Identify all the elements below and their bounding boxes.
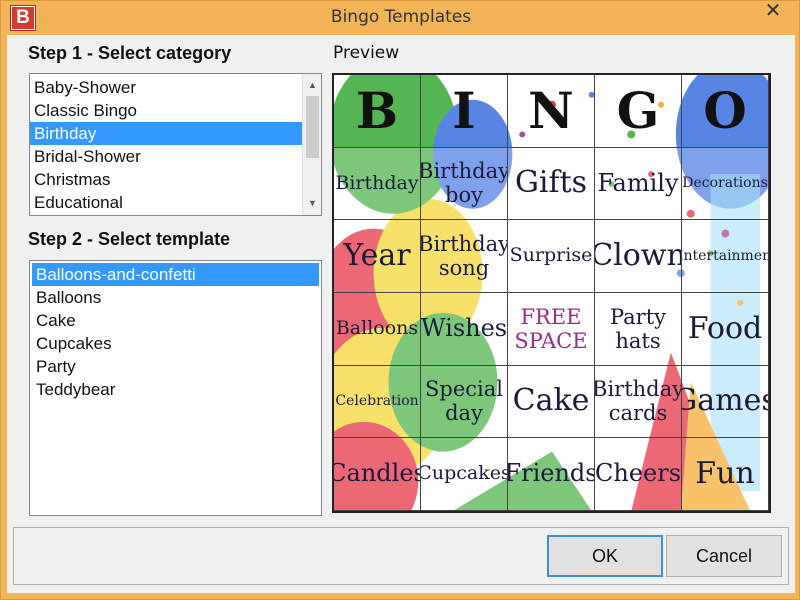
close-icon: ✕ [764, 0, 782, 22]
bingo-cell: Cake [508, 365, 595, 439]
bingo-cell: Entertainment [682, 220, 769, 293]
category-listbox[interactable]: Baby-Shower Classic Bingo Birthday Bridal-S… [29, 73, 322, 216]
bingo-cell: Birthday [334, 147, 421, 221]
window-title: Bingo Templates [330, 7, 472, 27]
category-item[interactable]: Bridal-Shower [30, 145, 321, 168]
bingo-cell: Year [334, 220, 421, 293]
template-item[interactable]: Balloons-and-confetti [32, 263, 319, 286]
template-listbox[interactable]: Balloons-and-confetti Balloons Cake Cupcake… [29, 260, 322, 516]
category-scrollbar[interactable]: ▲ ▼ [302, 74, 321, 215]
bingo-cell: Celebration [334, 365, 421, 439]
bingo-cell: Food [682, 292, 769, 366]
bingo-cell: Candles [334, 438, 421, 511]
bingo-templates-dialog: B Bingo Templates ✕ Step 1 - Select cate… [0, 0, 800, 600]
dialog-body: Step 1 - Select category Baby-Shower Clas… [7, 35, 795, 593]
template-item[interactable]: Cupcakes [32, 332, 319, 355]
bingo-header-letter: B [334, 75, 421, 148]
scroll-thumb[interactable] [306, 96, 319, 158]
template-item[interactable]: Teddybear [32, 378, 319, 401]
step1-label: Step 1 - Select category [28, 43, 232, 63]
template-item[interactable]: Party [32, 355, 319, 378]
bingo-cell: Decorations [682, 147, 769, 221]
category-item[interactable]: Birthday [30, 122, 321, 145]
bingo-cell: Wishes [421, 292, 508, 366]
bingo-cell: Special day [421, 365, 508, 439]
bingo-header-letter: G [595, 75, 682, 148]
button-bar: OK Cancel [13, 527, 789, 585]
scroll-down-arrow-icon[interactable]: ▼ [303, 194, 321, 213]
bingo-grid: B I N G O Birthday Birthday boy Gifts Family Deco… [334, 75, 769, 511]
step2-label: Step 2 - Select template [28, 229, 231, 249]
bingo-cell: Family [595, 147, 682, 221]
bingo-header-letter: I [421, 75, 508, 148]
bingo-cell: Balloons [334, 292, 421, 366]
bingo-cell: FREE SPACE [508, 292, 595, 366]
bingo-cell: Cheers [595, 438, 682, 511]
preview-label: Preview [333, 43, 400, 63]
bingo-cell: Friends [508, 438, 595, 511]
bingo-cell: Cupcakes [421, 438, 508, 511]
scroll-up-arrow-icon[interactable]: ▲ [303, 76, 321, 95]
bingo-cell: Party hats [595, 292, 682, 366]
title-bar[interactable]: B Bingo Templates ✕ [1, 1, 800, 35]
category-item[interactable]: Educational [30, 191, 321, 214]
template-item[interactable]: Cake [32, 309, 319, 332]
bingo-cell: Birthday song [421, 220, 508, 293]
bingo-header-letter: N [508, 75, 595, 148]
bingo-cell: Fun [682, 438, 769, 511]
bingo-cell: Clown [595, 220, 682, 293]
category-item[interactable]: Baby-Shower [30, 76, 321, 99]
category-item[interactable]: Christmas [30, 168, 321, 191]
close-button[interactable]: ✕ [753, 1, 793, 23]
bingo-header-letter: O [682, 75, 769, 148]
category-item[interactable]: Classic Bingo [30, 99, 321, 122]
bingo-card-preview: B I N G O Birthday Birthday boy Gifts Family Deco… [332, 73, 771, 513]
bingo-cell: Surprise [508, 220, 595, 293]
template-item[interactable]: Balloons [32, 286, 319, 309]
ok-button[interactable]: OK [547, 535, 663, 577]
bingo-cell: Games [682, 365, 769, 439]
cancel-button[interactable]: Cancel [666, 535, 782, 577]
bingo-cell: Birthday cards [595, 365, 682, 439]
bingo-cell: Gifts [508, 147, 595, 221]
bingo-cell: Birthday boy [421, 147, 508, 221]
